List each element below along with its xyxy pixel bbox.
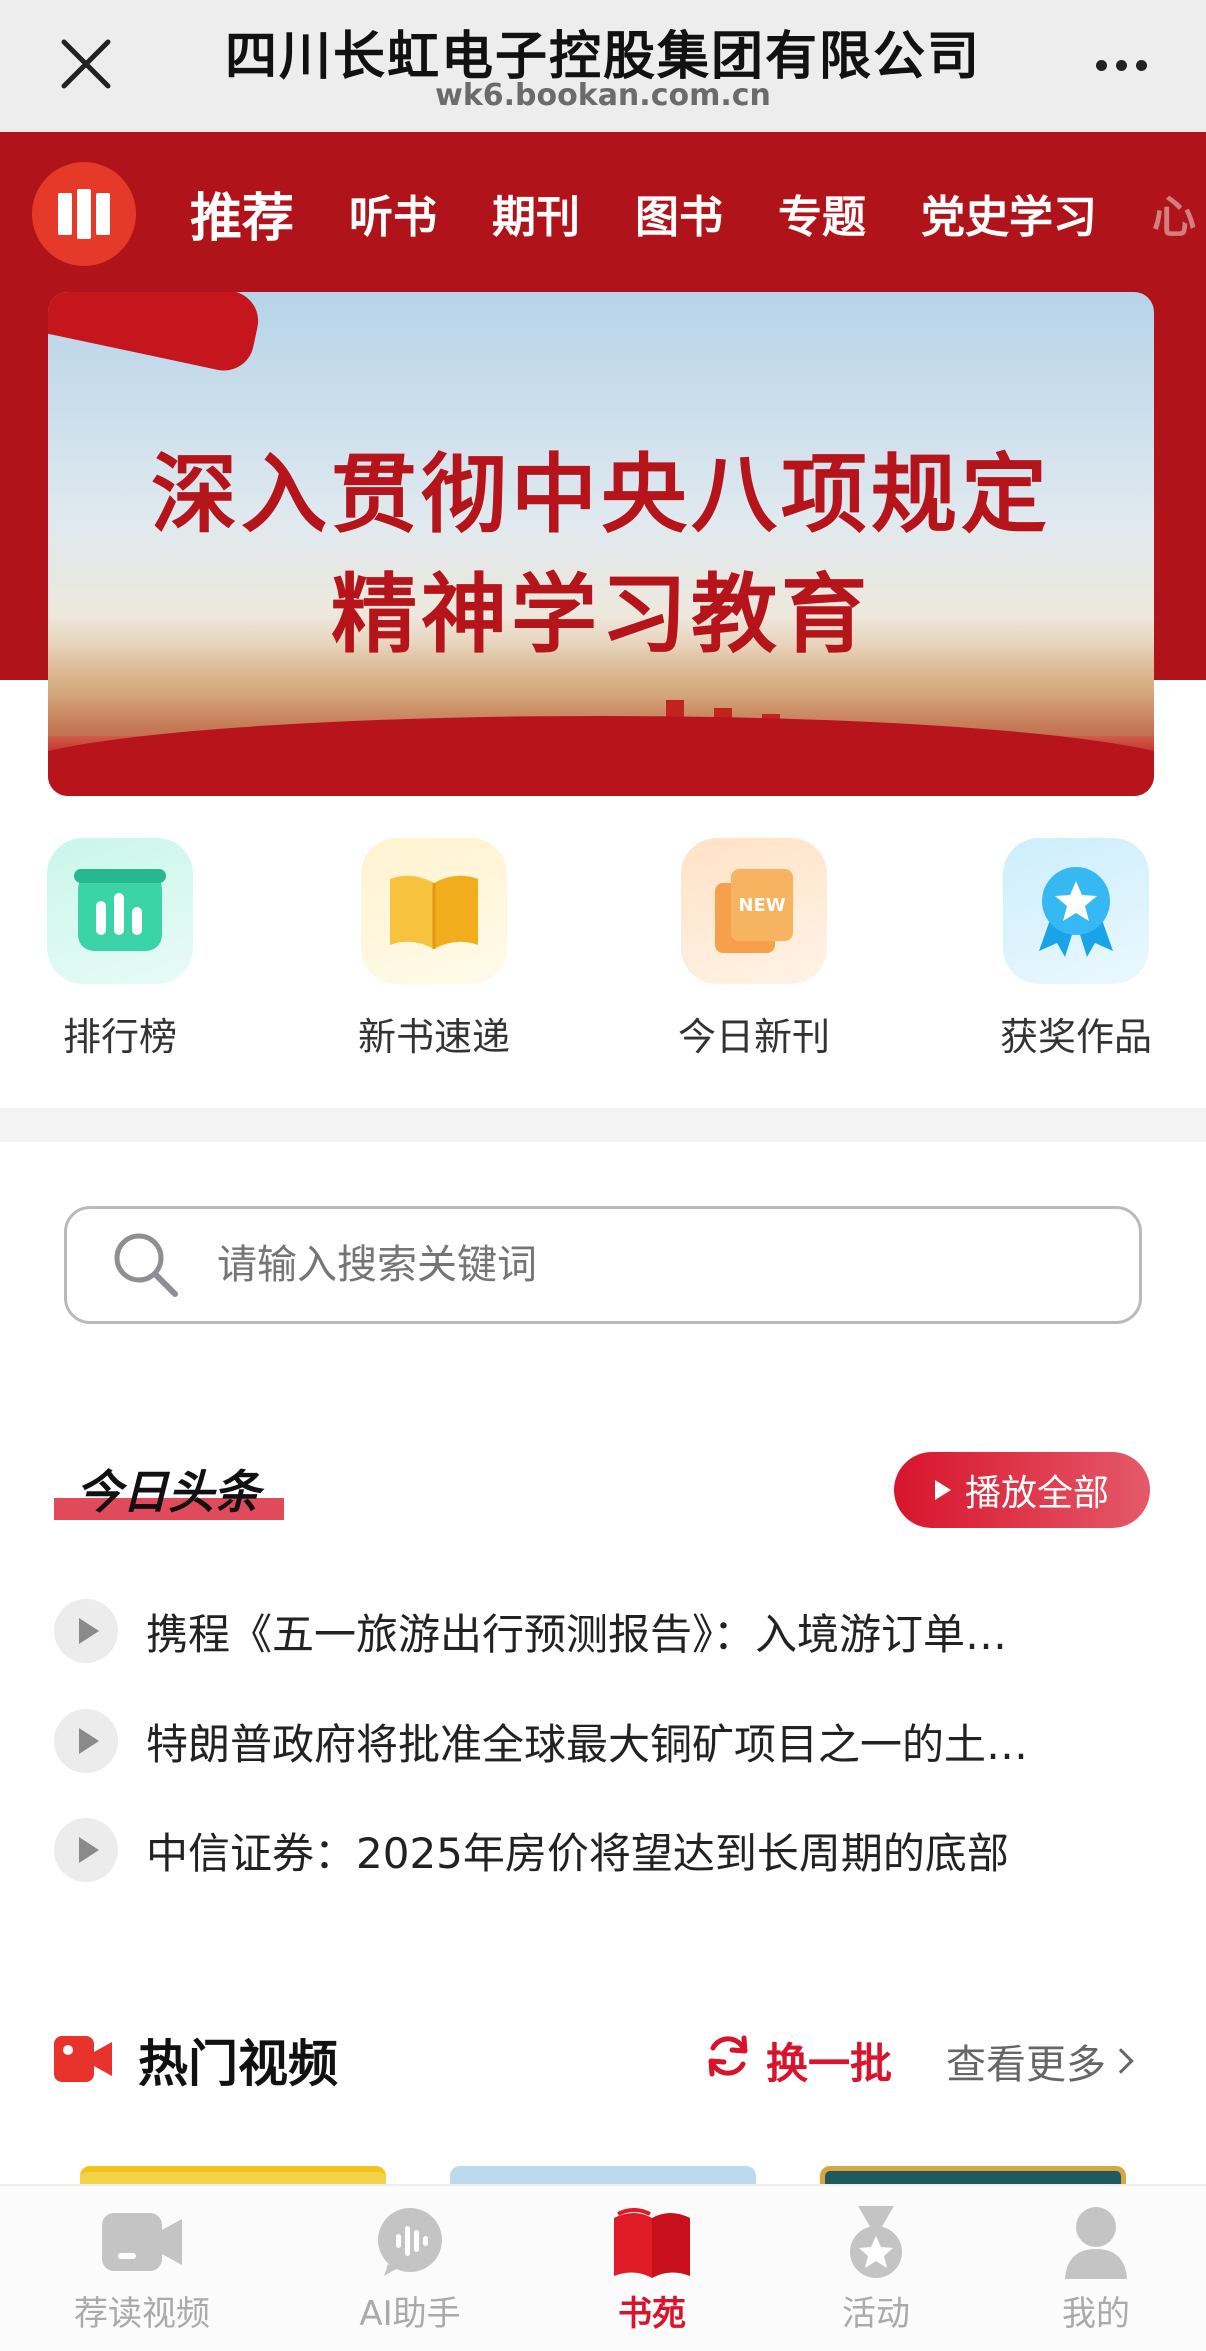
- nav-label: 活动: [842, 2294, 910, 2334]
- headlines-heading: 今日头条: [54, 1456, 294, 1526]
- tab-recommend[interactable]: 推荐: [190, 176, 294, 251]
- tab-topics[interactable]: 专题: [778, 181, 866, 245]
- quick-link-new-books[interactable]: 新书速递: [334, 838, 534, 1061]
- browser-topbar: 四川长虹电子控股集团有限公司 wk6.bookan.com.cn: [0, 0, 1206, 132]
- play-all-button[interactable]: 播放全部: [894, 1452, 1150, 1528]
- tab-journal[interactable]: 期刊: [492, 181, 580, 245]
- ai-assistant-icon: [368, 2204, 452, 2280]
- tab-audiobook[interactable]: 听书: [349, 181, 437, 245]
- nav-label: 书苑: [618, 2294, 686, 2334]
- video-camera-icon: [54, 2032, 112, 2086]
- quick-links: 排行榜 新书速递 NEW 今日新刊 获奖作品: [0, 838, 1206, 1078]
- new-magazine-icon: NEW: [681, 838, 827, 984]
- quick-link-label: 获奖作品: [999, 1015, 1152, 1059]
- nav-ai-assistant[interactable]: AI助手: [310, 2204, 510, 2335]
- headlines-title: 今日头条: [76, 1465, 260, 1519]
- app-logo-icon[interactable]: [32, 162, 136, 266]
- page-url: wk6.bookan.com.cn: [435, 78, 771, 113]
- refresh-icon: [704, 2032, 752, 2090]
- play-icon[interactable]: [54, 1818, 118, 1882]
- refresh-button[interactable]: 换一批: [704, 2030, 892, 2091]
- quick-link-today-magazines[interactable]: NEW 今日新刊: [654, 838, 854, 1061]
- banner-headline-1: 深入贯彻中央八项规定: [151, 445, 1051, 545]
- play-all-label: 播放全部: [964, 1473, 1109, 1514]
- quick-link-label: 新书速递: [357, 1015, 510, 1059]
- bottom-navigation: 荐读视频 AI助手 书苑 活动 我的: [0, 2184, 1206, 2351]
- nav-book-garden[interactable]: 书苑: [552, 2204, 752, 2335]
- refresh-label: 换一批: [766, 2039, 893, 2088]
- nav-recommended-videos[interactable]: 荐读视频: [42, 2204, 242, 2335]
- open-book-icon: [610, 2204, 694, 2280]
- tab-partial[interactable]: 心: [1152, 181, 1196, 245]
- quick-link-ranking[interactable]: 排行榜: [20, 838, 220, 1061]
- nav-label: 我的: [1062, 2294, 1130, 2334]
- tab-books[interactable]: 图书: [635, 181, 723, 245]
- news-item[interactable]: 中信证券：2025年房价将望达到长周期的底部: [54, 1815, 1154, 1885]
- see-more-link[interactable]: 查看更多: [946, 2032, 1134, 2090]
- more-options-icon[interactable]: [1086, 40, 1156, 90]
- svg-text:NEW: NEW: [738, 895, 785, 916]
- nav-label: AI助手: [359, 2294, 461, 2334]
- banner-ribbon: [48, 292, 264, 377]
- news-item[interactable]: 携程《五一旅游出行预测报告》：入境游订单…: [54, 1596, 1154, 1666]
- see-more-label: 查看更多: [946, 2042, 1106, 2088]
- hot-videos-title: 热门视频: [138, 2035, 338, 2093]
- user-icon: [1054, 2204, 1138, 2280]
- nav-profile[interactable]: 我的: [996, 2204, 1196, 2335]
- search-box[interactable]: [64, 1206, 1142, 1324]
- quick-link-label: 排行榜: [62, 1015, 177, 1059]
- medal-icon: [834, 2204, 918, 2280]
- promo-banner[interactable]: 深入贯彻中央八项规定 精神学习教育: [48, 292, 1154, 796]
- book-icon: [361, 838, 507, 984]
- search-icon: [111, 1230, 181, 1300]
- news-title: 携程《五一旅游出行预测报告》：入境游订单…: [146, 1609, 1008, 1659]
- chevron-right-icon: [1108, 2048, 1134, 2074]
- chart-icon: [47, 838, 193, 984]
- section-divider: [0, 1108, 1206, 1142]
- tab-party-history[interactable]: 党史学习: [921, 181, 1097, 245]
- search-input[interactable]: [217, 1242, 1017, 1288]
- category-tabs: 推荐 听书 期刊 图书 专题 党史学习 心: [190, 168, 1206, 258]
- nav-activities[interactable]: 活动: [776, 2204, 976, 2335]
- news-title: 中信证券：2025年房价将望达到长周期的底部: [146, 1828, 1009, 1878]
- play-icon[interactable]: [54, 1709, 118, 1773]
- news-item[interactable]: 特朗普政府将批准全球最大铜矿项目之一的土…: [54, 1706, 1154, 1776]
- play-icon[interactable]: [54, 1599, 118, 1663]
- play-icon: [934, 1480, 951, 1500]
- award-icon: [1003, 838, 1149, 984]
- banner-headline-2: 精神学习教育: [331, 565, 871, 665]
- video-icon: [100, 2204, 184, 2280]
- quick-link-awards[interactable]: 获奖作品: [976, 838, 1176, 1061]
- news-title: 特朗普政府将批准全球最大铜矿项目之一的土…: [146, 1719, 1029, 1769]
- quick-link-label: 今日新刊: [677, 1015, 830, 1059]
- nav-label: 荐读视频: [74, 2294, 210, 2334]
